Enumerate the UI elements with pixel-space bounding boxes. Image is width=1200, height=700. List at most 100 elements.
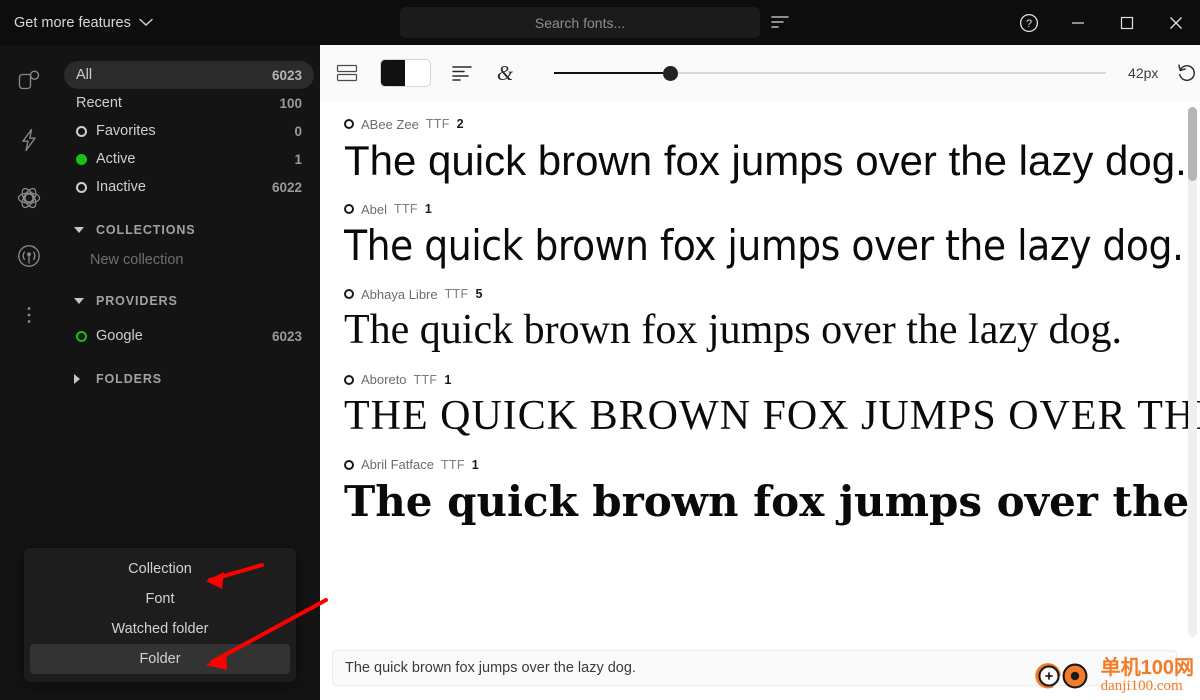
section-title: COLLECTIONS [96, 223, 196, 237]
svg-text:&: & [497, 61, 514, 85]
broadcast-icon[interactable] [14, 241, 44, 271]
chevron-down-icon [74, 298, 96, 304]
status-dot-green-ring-icon [76, 330, 96, 342]
titlebar: Get more features ? [0, 0, 1200, 45]
vertical-scrollbar[interactable] [1188, 107, 1197, 637]
sample-text-field-wrapper [332, 650, 1177, 686]
font-list-item[interactable]: Aboreto TTF 1 The quick brown fox jumps … [320, 357, 1200, 442]
maximize-button[interactable] [1102, 0, 1151, 45]
sidebar-item-count: 6023 [271, 67, 302, 83]
font-sample-text: The quick brown fox jumps over the lazy … [344, 137, 1187, 184]
font-sample-text: The quick brown fox jumps over the lazy … [344, 476, 1200, 526]
close-button[interactable] [1151, 0, 1200, 45]
sidebar-item-google[interactable]: Google 6023 [64, 322, 314, 350]
font-name: Abril Fatface [361, 457, 434, 473]
status-dot-hollow-icon[interactable] [344, 459, 354, 470]
font-format: TTF [444, 287, 469, 302]
ctx-item-label: Collection [128, 561, 192, 577]
ctx-item-watched-folder[interactable]: Watched folder [30, 614, 290, 644]
font-list-item[interactable]: Abhaya Libre TTF 5 The quick brown fox j… [320, 271, 1200, 356]
chevron-down-icon [74, 227, 96, 233]
black-white-toggle-icon[interactable] [379, 59, 431, 87]
ctx-item-label: Font [145, 591, 175, 607]
sample-text-input[interactable] [332, 650, 1177, 686]
font-meta: Abhaya Libre TTF 5 [344, 285, 1200, 303]
font-style-count: 1 [471, 457, 479, 472]
sidebar-item-inactive[interactable]: Inactive 6022 [64, 173, 314, 201]
atom-icon[interactable] [14, 183, 44, 213]
search-field-wrapper [400, 7, 760, 38]
section-header-folders[interactable]: FOLDERS [64, 364, 314, 394]
list-view-icon[interactable] [332, 58, 362, 88]
font-sample-text: The quick brown fox jumps over the lazy … [344, 307, 1122, 354]
sidebar-item-label: Inactive [96, 179, 146, 195]
get-more-features-button[interactable]: Get more features [0, 15, 153, 31]
font-list-item[interactable]: Abril Fatface TTF 1 The quick brown fox … [320, 442, 1200, 527]
section-header-providers[interactable]: PROVIDERS [64, 286, 314, 316]
library-badge-icon[interactable] [14, 67, 44, 97]
ctx-item-folder[interactable]: Folder [30, 644, 290, 674]
new-collection-button[interactable]: New collection [58, 245, 320, 275]
font-style-count: 1 [444, 372, 452, 387]
add-context-menu: Collection Font Watched folder Folder [24, 548, 296, 682]
font-list-item[interactable]: Abel TTF 1 The quick brown fox jumps ove… [320, 186, 1200, 271]
sidebar-item-label: Google [96, 328, 143, 344]
ctx-item-font[interactable]: Font [30, 584, 290, 614]
preview-toolbar: & 42px [320, 45, 1200, 101]
font-size-value: 42px [1128, 65, 1159, 81]
font-size-slider[interactable] [554, 63, 1107, 83]
section-title: PROVIDERS [96, 294, 178, 308]
chevron-right-icon [74, 374, 96, 384]
more-vertical-icon[interactable] [14, 300, 44, 330]
sidebar-item-favorites[interactable]: Favorites 0 [64, 117, 314, 145]
toggle-half-white [405, 60, 430, 86]
status-dot-active-icon [76, 153, 96, 165]
toggle-half-black [380, 60, 406, 86]
text-align-left-icon[interactable] [447, 58, 477, 88]
font-style-count: 1 [424, 202, 432, 217]
sidebar-item-label: Recent [76, 95, 122, 111]
font-format: TTF [425, 117, 450, 131]
scrollbar-thumb[interactable] [1188, 107, 1197, 181]
chevron-down-icon [139, 18, 153, 27]
sidebar-item-count: 6022 [271, 179, 302, 195]
status-dot-hollow-icon [76, 181, 96, 193]
new-collection-label: New collection [90, 252, 184, 268]
status-dot-hollow-icon[interactable] [344, 119, 354, 129]
font-meta: Abel TTF 1 [344, 200, 1200, 218]
minimize-button[interactable] [1053, 0, 1102, 45]
slider-thumb[interactable] [662, 66, 678, 81]
font-style-count: 5 [475, 287, 483, 302]
reset-circular-arrow-icon[interactable] [1174, 60, 1200, 86]
slider-track-fill [554, 72, 670, 74]
sidebar-item-count: 6023 [271, 328, 302, 344]
sidebar-item-recent[interactable]: Recent 100 [64, 89, 314, 117]
font-meta: Abril Fatface TTF 1 [344, 456, 1200, 474]
font-list-item[interactable]: ABee Zee TTF 2 The quick brown fox jumps… [320, 101, 1200, 186]
lightning-bolt-icon[interactable] [14, 125, 44, 155]
sidebar-item-count: 0 [294, 123, 302, 139]
font-format: TTF [413, 372, 438, 387]
svg-text:?: ? [1025, 18, 1031, 30]
sidebar-item-count: 100 [279, 95, 302, 111]
search-input[interactable] [400, 7, 760, 38]
sidebar-item-all[interactable]: All 6023 [64, 61, 314, 89]
font-manager-window: Get more features ? [0, 0, 1200, 700]
font-format: TTF [440, 457, 465, 472]
font-style-count: 2 [456, 117, 464, 131]
status-dot-hollow-icon[interactable] [344, 289, 354, 300]
status-dot-hollow-icon[interactable] [344, 374, 354, 385]
main-panel: & 42px ABee Zee TTF 2 The quick brown fo… [320, 45, 1200, 700]
section-header-collections[interactable]: COLLECTIONS [64, 215, 314, 245]
sidebar-item-active[interactable]: Active 1 [64, 145, 314, 173]
ctx-item-label: Folder [139, 651, 181, 667]
font-list[interactable]: ABee Zee TTF 2 The quick brown fox jumps… [320, 101, 1200, 644]
ampersand-glyph-icon[interactable]: & [490, 58, 520, 88]
status-dot-hollow-icon [76, 125, 96, 137]
status-dot-hollow-icon[interactable] [344, 204, 354, 215]
sidebar-item-label: All [76, 67, 93, 83]
font-sample-text: The quick brown fox jumps over the lazy … [344, 392, 1200, 439]
help-circle-icon[interactable]: ? [1004, 0, 1053, 45]
ctx-item-collection[interactable]: Collection [30, 554, 290, 584]
sort-icon[interactable] [770, 13, 790, 31]
